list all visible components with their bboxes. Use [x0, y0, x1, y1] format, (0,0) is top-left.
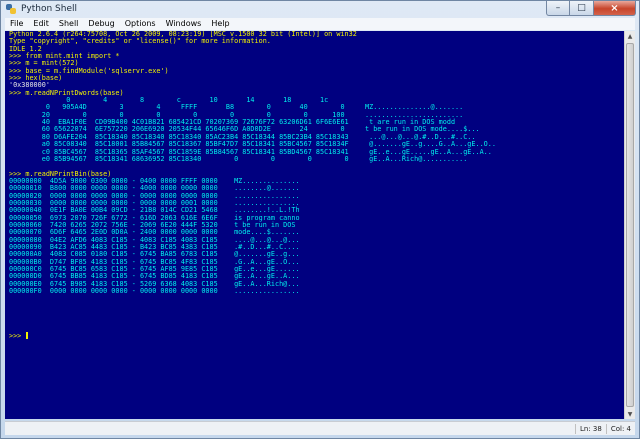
- console-line: 000000F0 0000 0000 0000 0000 - 0000 0000…: [9, 287, 624, 296]
- title-bar[interactable]: Python Shell – □ ×: [1, 1, 639, 17]
- console-line: Type "copyright", "credits" or "license(…: [9, 38, 624, 45]
- menu-bar: File Edit Shell Debug Options Windows He…: [5, 18, 635, 30]
- close-button[interactable]: ×: [594, 1, 636, 16]
- menu-debug[interactable]: Debug: [83, 18, 119, 30]
- python-logo-icon: [5, 3, 17, 15]
- console-line-text: >>>: [9, 332, 26, 341]
- menu-file[interactable]: File: [5, 18, 28, 30]
- console-line: >>> base = m.findModule('sqlservr.exe'): [9, 67, 624, 75]
- python-shell-window: Python Shell – □ × File Edit Shell Debug…: [0, 0, 640, 439]
- console-line: >>>: [9, 332, 624, 341]
- console-line-text: 000000F0 0000 0000 0000 0000 - 0000 0000…: [9, 287, 300, 296]
- scroll-down-arrow-icon[interactable]: ▼: [625, 409, 635, 419]
- console-line: e0 85B94567 85C18341 68636952 85C18340 0…: [9, 154, 624, 163]
- menu-windows[interactable]: Windows: [161, 18, 207, 30]
- vertical-scrollbar[interactable]: ▲ ▼: [624, 31, 635, 419]
- status-line-number: Ln: 38: [575, 423, 606, 434]
- console-line: >>> hex(base): [9, 74, 624, 82]
- shell-console[interactable]: Python 2.6.4 (r264:75708, Oct 26 2009, 0…: [5, 31, 624, 419]
- scroll-up-arrow-icon[interactable]: ▲: [625, 31, 635, 41]
- window-title: Python Shell: [21, 4, 78, 14]
- console-line-text: e0 85B94567 85C18341 68636952 85C18340 0…: [9, 154, 468, 163]
- window-controls: – □ ×: [546, 1, 636, 16]
- status-bar: Ln: 38 Col: 4: [5, 421, 635, 435]
- menu-edit[interactable]: Edit: [28, 18, 54, 30]
- maximize-button[interactable]: □: [570, 1, 594, 16]
- menu-help[interactable]: Help: [206, 18, 234, 30]
- menu-shell[interactable]: Shell: [54, 18, 84, 30]
- text-cursor: [26, 332, 29, 340]
- status-column-number: Col: 4: [605, 423, 635, 434]
- console-line-text: Type "copyright", "credits" or "license(…: [9, 37, 271, 46]
- minimize-button[interactable]: –: [546, 1, 570, 16]
- scroll-thumb[interactable]: [626, 43, 634, 407]
- menu-options[interactable]: Options: [120, 18, 161, 30]
- console-line: >>> from mint.mint import *: [9, 52, 624, 60]
